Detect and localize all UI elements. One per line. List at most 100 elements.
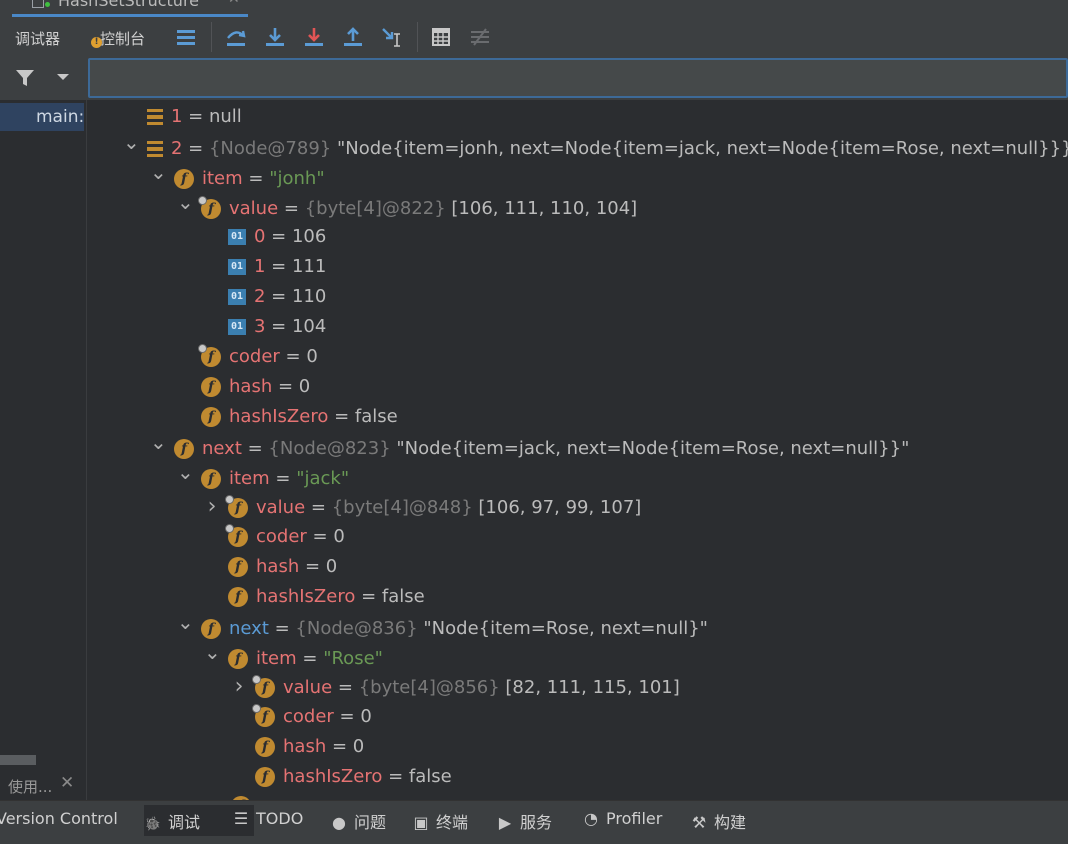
close-icon[interactable]: ✕ xyxy=(228,0,240,7)
run-to-cursor-icon[interactable] xyxy=(376,22,408,52)
variable-row[interactable]: ⌄ 2 = {Node@789} "Node{item=jonh, next=No… xyxy=(123,130,1068,162)
equals-sign: = xyxy=(242,168,270,189)
expression-input[interactable] xyxy=(88,58,1068,98)
play-icon: ▶ xyxy=(498,813,512,832)
bottom-tab-label: 问题 xyxy=(354,813,387,832)
variable-type: {byte[4]@856} xyxy=(358,677,506,698)
variable-type: {byte[4]@848} xyxy=(331,497,479,518)
trace-icon[interactable] xyxy=(464,22,496,52)
variable-value: [106, 111, 110, 104] xyxy=(451,198,638,219)
step-over-icon[interactable] xyxy=(220,22,252,52)
chevron-right-icon[interactable]: › xyxy=(204,492,220,522)
variable-name: next xyxy=(202,438,242,459)
variable-row[interactable]: 1 = null xyxy=(123,102,242,132)
variable-value: "jack" xyxy=(296,468,350,489)
chevron-down-icon[interactable]: ⌄ xyxy=(177,457,194,487)
variable-row[interactable]: f hash = 0 xyxy=(177,372,310,402)
variable-type: {Node@789} xyxy=(208,138,337,159)
equals-sign: = xyxy=(265,316,292,337)
variable-row[interactable]: 01 0 = 106 xyxy=(204,222,326,252)
variable-row[interactable]: f hashIsZero = false xyxy=(177,402,398,432)
bottom-tab-0[interactable]: Version Control xyxy=(0,809,118,828)
variable-row[interactable]: f coder = 0 xyxy=(231,702,372,732)
step-out-icon[interactable] xyxy=(337,22,369,52)
variable-value: "Rose" xyxy=(323,648,383,669)
editor-tab-strip: HashSetStructure ✕ xyxy=(0,0,1068,18)
bottom-tab-6[interactable]: ◔ Profiler xyxy=(582,809,662,828)
array-element-icon xyxy=(147,141,163,157)
variable-name: item xyxy=(229,468,270,489)
bottom-tab-3[interactable]: ● 问题 xyxy=(330,809,386,833)
console-warning-icon: ! xyxy=(91,37,102,48)
horizontal-scrollbar[interactable] xyxy=(0,755,36,765)
variable-value: "jonh" xyxy=(269,168,325,189)
chevron-down-icon[interactable]: ⌄ xyxy=(204,637,221,667)
variable-row[interactable]: 01 3 = 104 xyxy=(204,312,326,342)
variable-value: 111 xyxy=(291,256,327,277)
variable-name: hash xyxy=(229,376,273,397)
variable-row[interactable]: ⌄ f next = {Node@823} "Node{item=jack, nex… xyxy=(150,430,909,462)
bottom-tab-2[interactable]: ☰ TODO xyxy=(232,809,303,828)
chevron-down-icon[interactable]: ⌄ xyxy=(177,607,194,637)
evaluate-icon[interactable] xyxy=(425,22,457,52)
close-icon[interactable]: ✕ xyxy=(60,773,74,793)
variable-name: hash xyxy=(283,736,327,757)
field-icon: f xyxy=(228,649,248,669)
variable-name: coder xyxy=(256,526,307,547)
variable-row[interactable]: f coder = 0 xyxy=(204,522,345,552)
variable-row[interactable]: ⌄ f item = "Rose" xyxy=(204,640,383,672)
equals-sign: = xyxy=(268,618,296,639)
status-bar xyxy=(0,836,1068,844)
variable-type: {Node@836} xyxy=(295,618,424,639)
force-step-into-icon[interactable] xyxy=(298,22,330,52)
equals-sign: = xyxy=(333,706,361,727)
file-icon xyxy=(32,0,44,8)
filter-icon[interactable] xyxy=(14,67,36,93)
variable-row[interactable]: f hash = 0 xyxy=(231,732,364,762)
variable-row[interactable]: › f value = {byte[4]@856} [82, 111, 115, 1… xyxy=(231,672,680,702)
variable-row[interactable]: f hash = 0 xyxy=(204,552,337,582)
bottom-tab-5[interactable]: ▶ 服务 xyxy=(496,809,552,833)
chevron-down-icon[interactable] xyxy=(55,69,71,89)
variable-row[interactable]: 01 1 = 111 xyxy=(204,252,326,282)
variable-name: next xyxy=(229,618,269,639)
tab-console[interactable]: 控制台 xyxy=(100,28,145,49)
final-field-icon: f xyxy=(198,344,221,367)
step-into-icon[interactable] xyxy=(259,22,291,52)
variable-name: hash xyxy=(256,556,300,577)
field-icon: f xyxy=(174,439,194,459)
chevron-down-icon[interactable]: ⌄ xyxy=(123,127,140,157)
bottom-tab-7[interactable]: ⚒ 构建 xyxy=(690,809,746,833)
equals-sign: = xyxy=(355,586,382,607)
layout-icon[interactable] xyxy=(170,22,202,52)
usages-tab[interactable]: 使用... xyxy=(8,776,52,797)
variable-row[interactable]: ⌄ f value = {byte[4]@822} [106, 111, 110, … xyxy=(177,190,638,222)
final-field-icon: f xyxy=(225,495,248,518)
bottom-tab-label: TODO xyxy=(256,809,304,828)
variable-row[interactable]: 01 2 = 110 xyxy=(204,282,326,312)
variable-row[interactable]: ⌄ f item = "jack" xyxy=(177,460,350,492)
variable-row[interactable]: f coder = 0 xyxy=(177,342,318,372)
chevron-down-icon[interactable]: ⌄ xyxy=(177,187,194,217)
final-field-icon: f xyxy=(198,196,221,219)
equals-sign: = xyxy=(278,198,305,219)
variable-row[interactable]: ⌄ f next = {Node@836} "Node{item=Rose, nex… xyxy=(177,610,708,642)
variable-name: value xyxy=(283,677,333,698)
tab-debugger[interactable]: 调试器 xyxy=(15,28,60,49)
warning-icon: ● xyxy=(332,813,346,832)
bottom-tab-label: 构建 xyxy=(714,813,747,832)
primitive-value-icon: 01 xyxy=(228,259,246,275)
bottom-tab-4[interactable]: ▣ 终端 xyxy=(412,809,468,833)
equals-sign: = xyxy=(182,138,209,159)
variable-value: 104 xyxy=(291,316,327,337)
chevron-down-icon[interactable]: ⌄ xyxy=(150,427,167,457)
file-tab[interactable]: HashSetStructure ✕ xyxy=(12,0,248,17)
variable-row[interactable]: f hashIsZero = false xyxy=(231,762,452,792)
chevron-right-icon[interactable]: › xyxy=(231,672,247,702)
running-indicator-icon xyxy=(45,2,50,7)
variable-row[interactable]: › f value = {byte[4]@848} [106, 97, 99, 10… xyxy=(204,492,642,522)
chevron-down-icon[interactable]: ⌄ xyxy=(150,157,167,187)
variable-row[interactable]: f hashIsZero = false xyxy=(204,582,425,612)
variable-type: {Node@823} xyxy=(268,438,397,459)
equals-sign: = xyxy=(265,286,292,307)
